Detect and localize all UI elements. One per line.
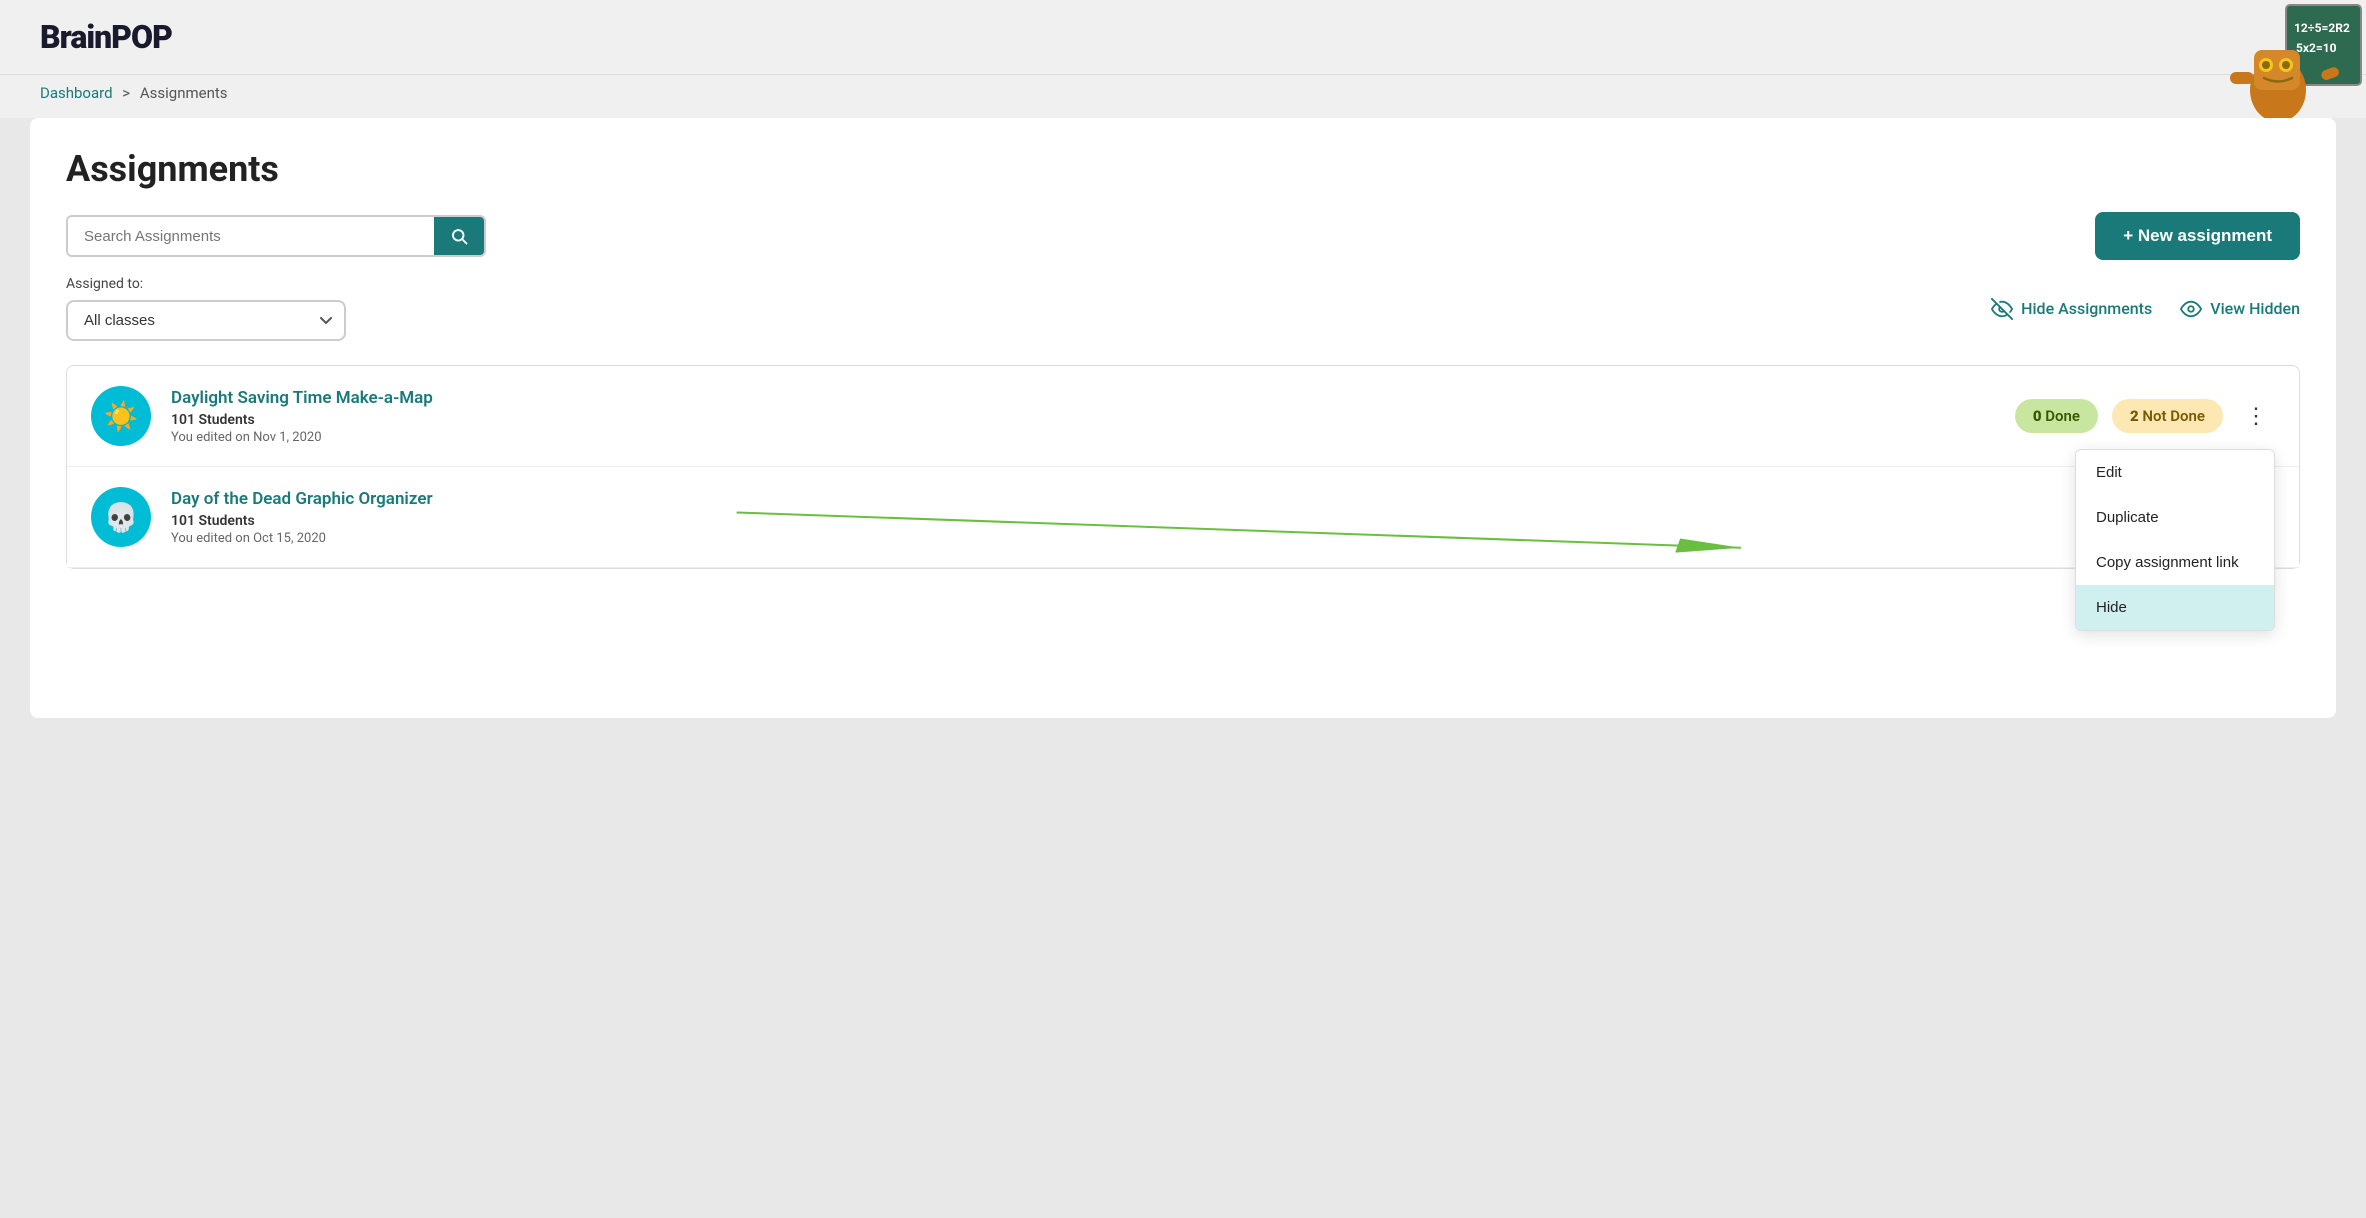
assignment-actions-1: 0 Done 2 Not Done ⋮ Edit Duplicate Copy … — [2015, 399, 2275, 433]
search-row: + New assignment — [66, 212, 2300, 260]
assignments-list: ☀️ Daylight Saving Time Make-a-Map 101 S… — [66, 365, 2300, 569]
badge-not-done-1: 2 Not Done — [2112, 399, 2223, 433]
hide-assignments-label: Hide Assignments — [2021, 299, 2152, 318]
view-hidden-action[interactable]: View Hidden — [2180, 298, 2300, 320]
dropdown-edit[interactable]: Edit — [2076, 450, 2274, 495]
breadcrumb-bar: Dashboard > Assignments — [0, 75, 2366, 118]
new-assignment-button[interactable]: + New assignment — [2095, 212, 2300, 260]
breadcrumb-current: Assignments — [140, 84, 228, 102]
assignment-card-1: ☀️ Daylight Saving Time Make-a-Map 101 S… — [67, 366, 2299, 467]
dropdown-duplicate[interactable]: Duplicate — [2076, 495, 2274, 540]
assignment-info-1: Daylight Saving Time Make-a-Map 101 Stud… — [171, 388, 1995, 445]
assignment-card-2: 💀 Day of the Dead Graphic Organizer 101 … — [67, 467, 2299, 568]
assignment-icon-2: 💀 — [91, 487, 151, 547]
search-icon — [450, 227, 468, 245]
class-select-wrapper: Assigned to: All classes — [66, 276, 346, 341]
assignment-students-2: 101 Students — [171, 513, 2120, 529]
search-input[interactable] — [68, 218, 434, 255]
content-card: Assignments + New assignment Assigned to… — [30, 118, 2336, 718]
view-hidden-label: View Hidden — [2210, 299, 2300, 318]
assignment-students-1: 101 Students — [171, 412, 1995, 428]
dropdown-menu-1: Edit Duplicate Copy assignment link Hide — [2075, 449, 2275, 631]
svg-text:5x2=10: 5x2=10 — [2296, 41, 2337, 55]
page-title: Assignments — [66, 148, 2300, 190]
logo: BrainPOP — [40, 18, 172, 56]
filter-actions: Hide Assignments View Hidden — [1991, 298, 2300, 320]
assignment-info-2: Day of the Dead Graphic Organizer 101 St… — [171, 489, 2120, 546]
mascot-svg: 12÷5=2R2 5x2=10 — [2226, 0, 2366, 130]
assignment-title-1[interactable]: Daylight Saving Time Make-a-Map — [171, 388, 1995, 408]
breadcrumb: Dashboard > Assignments — [40, 84, 228, 102]
dropdown-hide[interactable]: Hide — [2076, 585, 2274, 630]
filter-row: Assigned to: All classes Hide Assignment… — [66, 276, 2300, 341]
search-button[interactable] — [434, 217, 484, 255]
assignment-edited-2: You edited on Oct 15, 2020 — [171, 531, 2120, 546]
assigned-to-label: Assigned to: — [66, 276, 346, 292]
assignment-title-2[interactable]: Day of the Dead Graphic Organizer — [171, 489, 2120, 509]
dropdown-copy-link[interactable]: Copy assignment link — [2076, 540, 2274, 585]
more-button-1[interactable]: ⋮ — [2237, 399, 2275, 433]
assignment-edited-1: You edited on Nov 1, 2020 — [171, 430, 1995, 445]
svg-text:12÷5=2R2: 12÷5=2R2 — [2294, 21, 2350, 35]
breadcrumb-dashboard[interactable]: Dashboard — [40, 84, 113, 102]
search-wrapper — [66, 215, 486, 257]
badge-done-1: 0 Done — [2015, 399, 2098, 433]
hide-assignments-action[interactable]: Hide Assignments — [1991, 298, 2152, 320]
main: Assignments + New assignment Assigned to… — [0, 118, 2366, 748]
header: BrainPOP 12÷5=2R2 5x2=10 — [0, 0, 2366, 75]
class-select[interactable]: All classes — [66, 300, 346, 341]
breadcrumb-separator: > — [122, 84, 130, 102]
assignment-icon-1: ☀️ — [91, 386, 151, 446]
mascot: 12÷5=2R2 5x2=10 — [2226, 0, 2366, 130]
hide-icon — [1991, 298, 2013, 320]
eye-icon — [2180, 298, 2202, 320]
